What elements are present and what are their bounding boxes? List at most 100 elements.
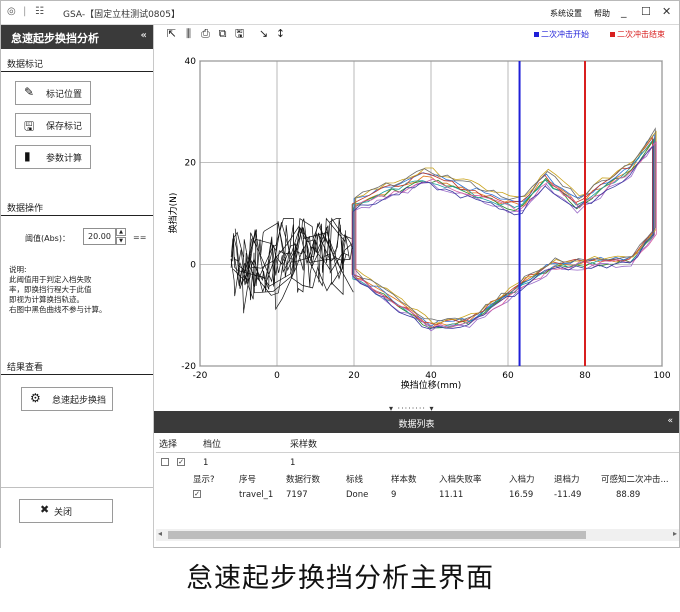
row-id: travel_1 bbox=[239, 490, 274, 500]
threshold-down-icon[interactable]: ▼ bbox=[116, 237, 126, 245]
row-impact: 88.89 bbox=[616, 490, 641, 500]
description-line: 率，即换挡行程大于此值 bbox=[9, 285, 92, 294]
subcol-mark[interactable]: 标线 bbox=[346, 473, 363, 485]
divider bbox=[1, 374, 153, 375]
subcol-sample-count[interactable]: 样本数 bbox=[391, 473, 417, 485]
scroll-left-icon[interactable]: ◂ bbox=[158, 529, 162, 538]
col-select[interactable]: 选择 bbox=[159, 437, 177, 450]
legend-end-swatch bbox=[610, 32, 615, 37]
col-samples[interactable]: 采样数 bbox=[290, 437, 317, 450]
gears-icon: ⚙ bbox=[30, 391, 41, 405]
y-tick-label: -20 bbox=[181, 362, 196, 372]
param-calc-button[interactable]: ▮ 参数计算 bbox=[15, 145, 91, 169]
description-line: 即视为计算换挡轨迹。 bbox=[9, 295, 84, 304]
app-window: ◎ | ☷ GSA-【固定立柱测试0805】 系统设置 帮助 _ ☐ ✕ 怠速起… bbox=[0, 0, 680, 548]
data-list bbox=[154, 433, 679, 543]
threshold-unit: == bbox=[133, 233, 147, 242]
collapse-list-icon[interactable]: « bbox=[667, 416, 673, 426]
menu-help[interactable]: 帮助 bbox=[594, 8, 610, 19]
x-tick-label: 100 bbox=[653, 371, 670, 381]
row-sample-count: 9 bbox=[391, 490, 397, 500]
app-logo-icon: ◎ bbox=[7, 6, 16, 17]
row-mark: Done bbox=[346, 490, 369, 500]
param-calc-label: 参数计算 bbox=[46, 154, 83, 164]
sidebar-header: 怠速起步换挡分析 « bbox=[1, 25, 153, 49]
divider bbox=[1, 215, 153, 216]
y-tick-label: 20 bbox=[185, 159, 197, 169]
bars-icon[interactable]: ⫼ bbox=[181, 26, 196, 41]
row-show-checkbox[interactable]: ✓ bbox=[193, 490, 201, 498]
title-bar: ◎ | ☷ GSA-【固定立柱测试0805】 系统设置 帮助 _ ☐ ✕ bbox=[1, 1, 679, 25]
section-title-data-operation: 数据操作 bbox=[7, 204, 44, 214]
x-tick-label: 0 bbox=[274, 371, 280, 381]
chart-toolbar: ⇱ ⫼ ⎙ ⧉ 🖫 ↘ ↕ 二次冲击开始 二次冲击结束 bbox=[156, 25, 679, 45]
legend-start-swatch bbox=[534, 32, 539, 37]
divider bbox=[1, 71, 153, 72]
idle-shift-label: 怠速起步换挡 bbox=[52, 396, 107, 406]
group-select-checkbox[interactable]: ✓ bbox=[177, 458, 185, 466]
section-title-result-view: 结果查看 bbox=[7, 363, 44, 373]
x-axis-label: 换挡位移(mm) bbox=[401, 379, 462, 390]
close-icon: ✖ bbox=[40, 503, 50, 516]
close-button[interactable]: ✖ 关闭 bbox=[19, 499, 113, 523]
x-tick-label: 20 bbox=[348, 371, 360, 381]
row-in-force: 16.59 bbox=[509, 490, 534, 500]
group-expand-checkbox[interactable] bbox=[161, 458, 169, 466]
scrollbar-thumb[interactable] bbox=[168, 531, 586, 539]
row-fail-rate: 11.11 bbox=[439, 490, 464, 500]
save-mark-button[interactable]: 🖫 保存标记 bbox=[15, 113, 91, 137]
floppy-icon: 🖫 bbox=[24, 119, 35, 133]
y-axis-label: 换挡力(N) bbox=[167, 193, 179, 234]
close-label: 关闭 bbox=[54, 508, 73, 518]
horizontal-scrollbar[interactable]: ◂ ▸ bbox=[156, 529, 679, 541]
data-list-header: 数据列表 « bbox=[154, 411, 679, 433]
save-icon[interactable]: 🖫 bbox=[232, 26, 247, 41]
idle-shift-button[interactable]: ⚙ 怠速起步换挡 bbox=[21, 387, 113, 411]
figure-caption: 怠速起步换挡分析主界面 bbox=[186, 563, 494, 594]
close-window-icon[interactable]: ✕ bbox=[662, 5, 671, 18]
mark-position-button[interactable]: ✎ 标记位置 bbox=[15, 81, 91, 105]
description-line: 此阈值用于判定入档失败 bbox=[9, 275, 92, 284]
description-line: 说明: bbox=[9, 265, 27, 274]
grid-menu-icon[interactable]: ☷ bbox=[35, 6, 44, 17]
copy-icon[interactable]: ⧉ bbox=[215, 26, 230, 41]
collapse-sidebar-icon[interactable]: « bbox=[141, 30, 147, 41]
minimize-icon[interactable]: _ bbox=[621, 5, 627, 18]
subcol-show[interactable]: 显示? bbox=[193, 473, 215, 485]
threshold-input[interactable]: 20.00 bbox=[83, 228, 116, 245]
book-icon: ▮ bbox=[24, 149, 31, 163]
x-tick-label: 60 bbox=[502, 371, 514, 381]
scroll-right-icon[interactable]: ▸ bbox=[673, 529, 677, 538]
sidebar-title: 怠速起步换挡分析 bbox=[11, 32, 99, 45]
print-icon[interactable]: ⎙ bbox=[198, 26, 213, 41]
x-tick-label: 80 bbox=[579, 371, 591, 381]
data-list-title: 数据列表 bbox=[398, 420, 435, 430]
y-tick-label: 40 bbox=[185, 57, 197, 67]
subcol-impact[interactable]: 可感知二次冲击... bbox=[601, 473, 677, 485]
shift-chart[interactable]: -20 0 20 40 60 80 100 -20 0 20 40 换挡位移(mm) 换挡力(N) bbox=[156, 45, 679, 390]
sidebar: 怠速起步换挡分析 « 数据标记 ✎ 标记位置 🖫 保存标记 ▮ 参数计算 数据操… bbox=[1, 25, 154, 548]
section-title-data-mark: 数据标记 bbox=[7, 60, 44, 70]
save-mark-label: 保存标记 bbox=[46, 122, 83, 132]
divider bbox=[1, 487, 153, 488]
measure-icon[interactable]: ↕ bbox=[273, 26, 288, 41]
subcol-rows[interactable]: 数据行数 bbox=[286, 473, 320, 485]
divider bbox=[156, 452, 679, 453]
maximize-icon[interactable]: ☐ bbox=[641, 5, 651, 18]
separator-icon: | bbox=[23, 6, 27, 17]
subcol-in-force[interactable]: 入档力 bbox=[509, 473, 535, 485]
cursor-icon[interactable]: ⇱ bbox=[164, 26, 179, 41]
subcol-fail-rate[interactable]: 入档失败率 bbox=[439, 473, 482, 485]
legend-end: 二次冲击结束 bbox=[610, 29, 665, 40]
subcol-id[interactable]: 序号 bbox=[239, 473, 256, 485]
pencil-icon: ✎ bbox=[24, 85, 35, 99]
threshold-label: 阈值(Abs)： bbox=[25, 234, 70, 243]
draw-icon[interactable]: ↘ bbox=[256, 26, 271, 41]
subcol-out-force[interactable]: 退档力 bbox=[554, 473, 580, 485]
group-gear: 1 bbox=[203, 458, 209, 468]
menu-system-settings[interactable]: 系统设置 bbox=[550, 8, 582, 19]
threshold-up-icon[interactable]: ▲ bbox=[116, 228, 126, 236]
row-out-force: -11.49 bbox=[554, 490, 582, 500]
x-tick-label: 40 bbox=[425, 371, 437, 381]
col-gear[interactable]: 档位 bbox=[203, 437, 221, 450]
